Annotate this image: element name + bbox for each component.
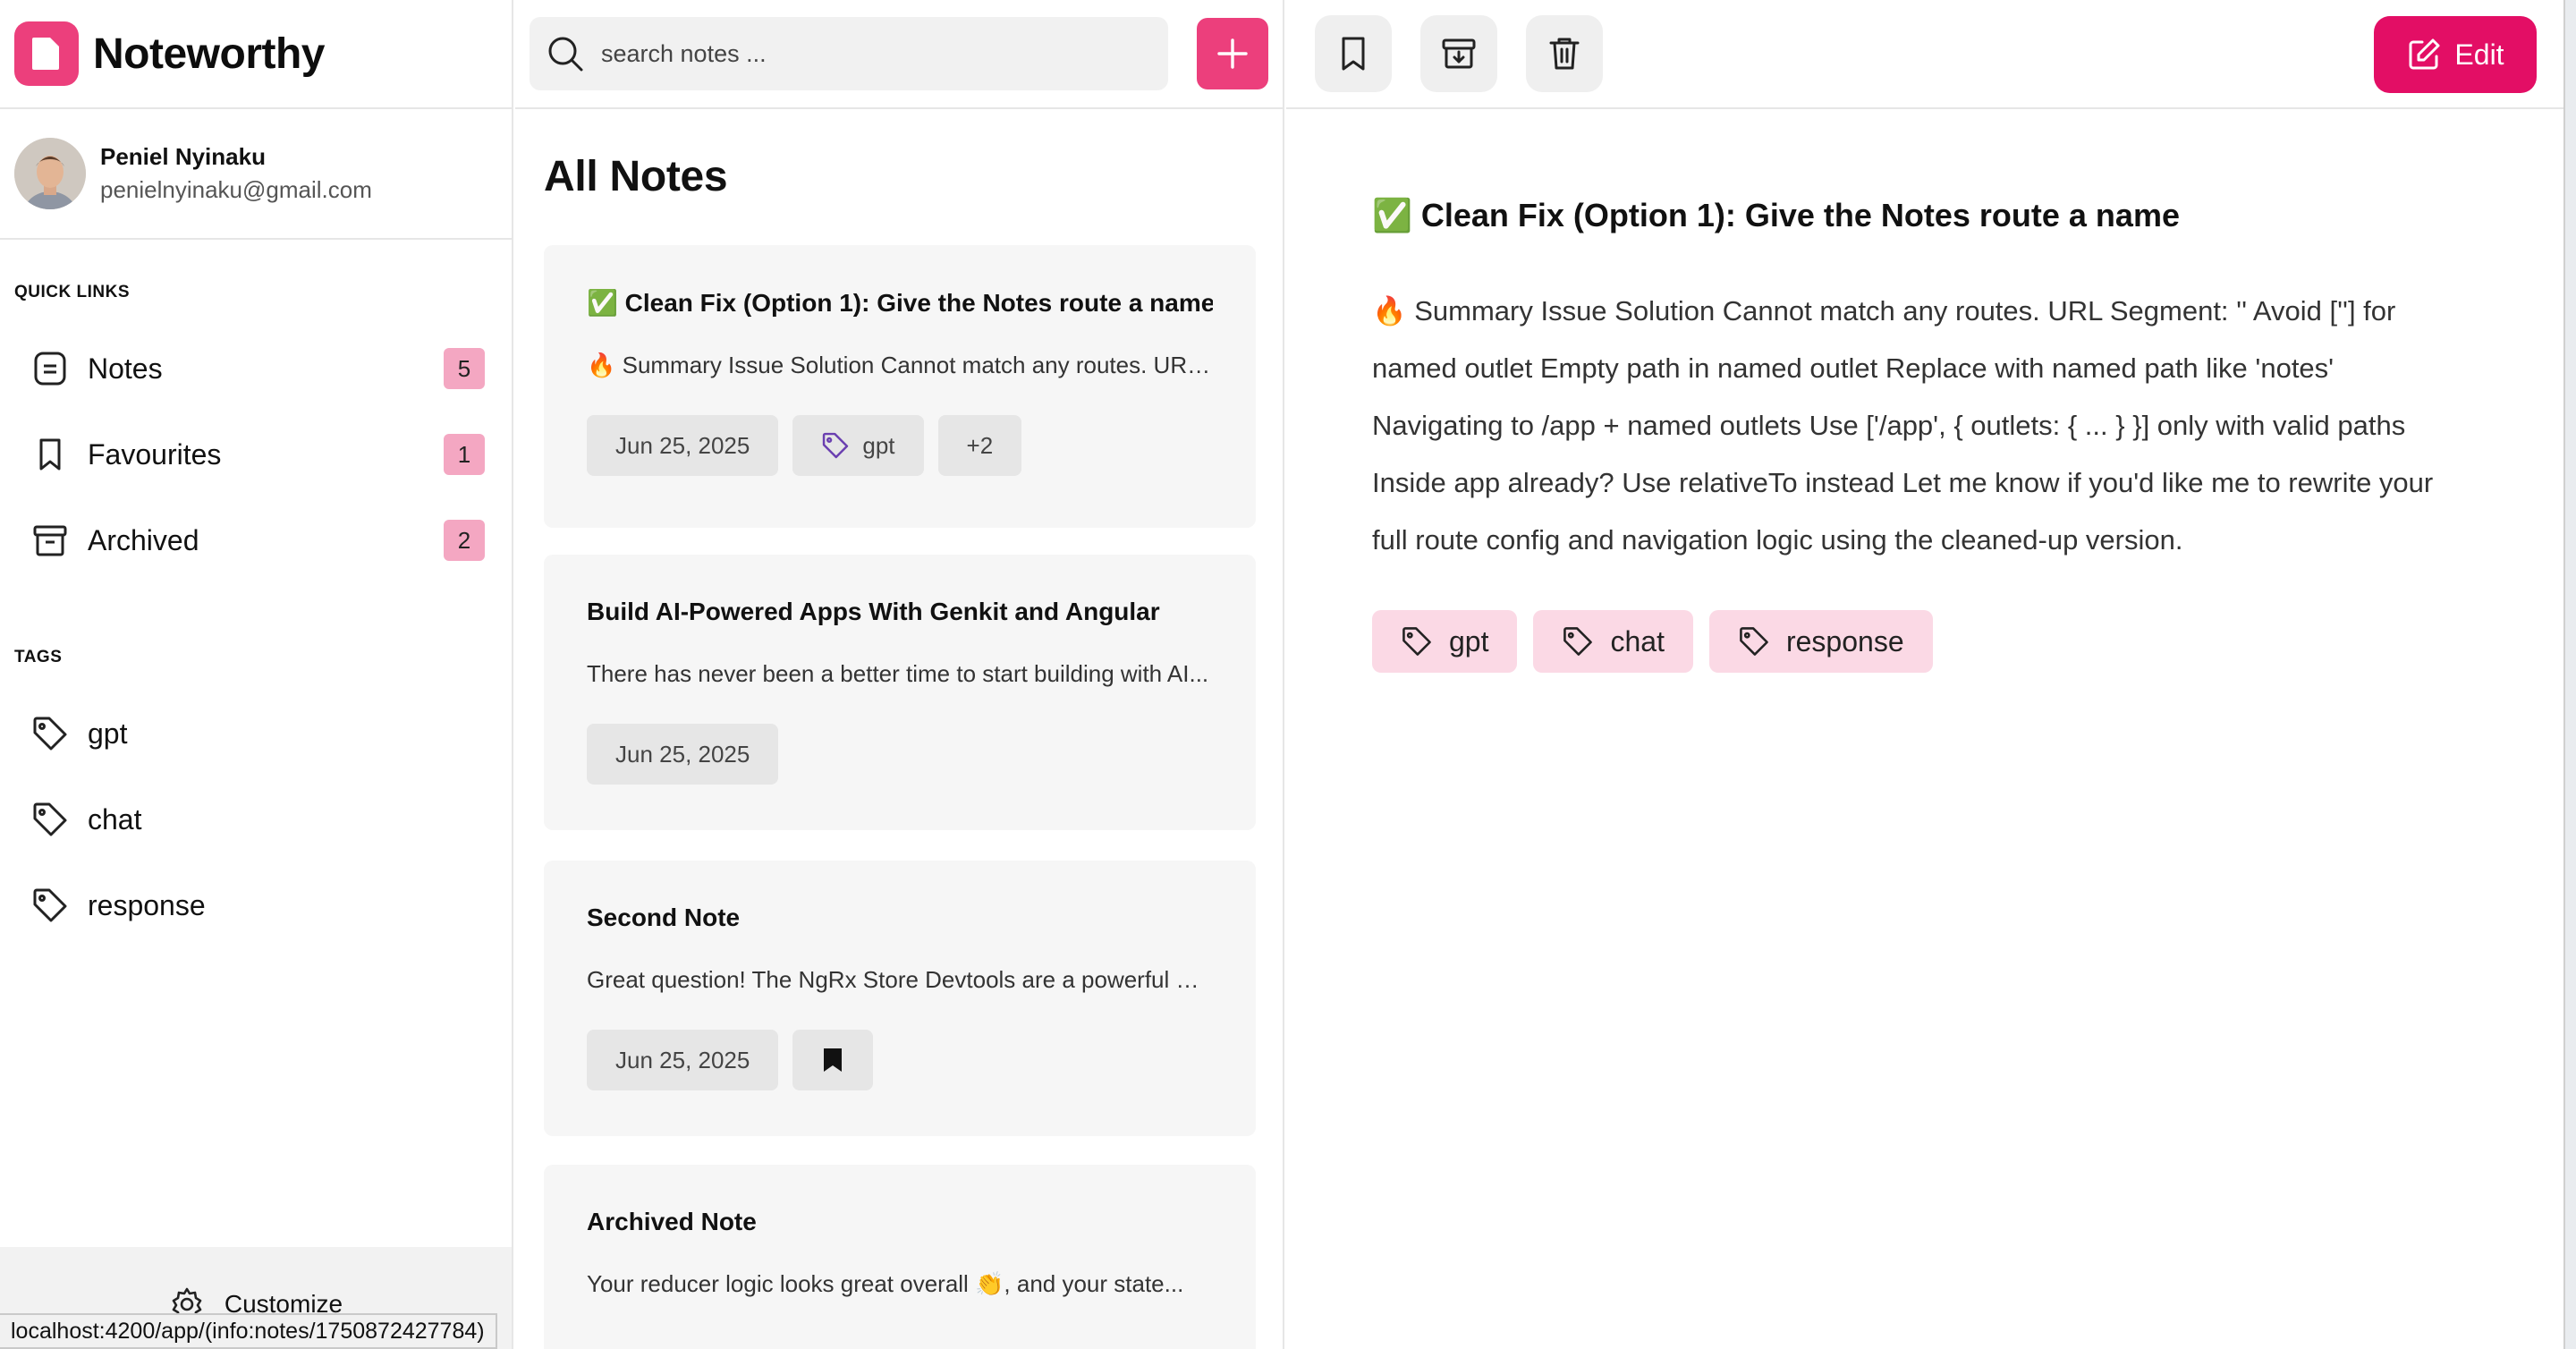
window-edge xyxy=(2563,0,2576,1349)
favourite-chip[interactable] xyxy=(792,1030,874,1090)
bookmark-icon xyxy=(1335,35,1371,72)
edit-button[interactable]: Edit xyxy=(2374,16,2537,93)
note-card-chips: Jun 25, 2025 xyxy=(587,1030,1213,1090)
edit-icon xyxy=(2406,37,2442,72)
archive-icon xyxy=(30,521,70,560)
tag-icon xyxy=(1562,625,1594,658)
plus-icon xyxy=(1215,36,1250,72)
tag-icon xyxy=(821,431,850,460)
note-card[interactable]: Second Note Great question! The NgRx Sto… xyxy=(544,861,1256,1136)
trash-icon xyxy=(1546,35,1582,72)
note-card[interactable]: Archived Note Your reducer logic looks g… xyxy=(544,1165,1256,1349)
profile-email: penielnyinaku@gmail.com xyxy=(100,176,372,203)
list-header xyxy=(515,0,1283,109)
note-detail-panel: Edit ✅ Clean Fix (Option 1): Give the No… xyxy=(1286,0,2563,1349)
note-card[interactable]: ✅ Clean Fix (Option 1): Give the Notes r… xyxy=(544,245,1256,528)
note-tag-gpt[interactable]: gpt xyxy=(1372,610,1518,673)
notes-list-panel: All Notes ✅ Clean Fix (Option 1): Give t… xyxy=(515,0,1284,1349)
sidebar-item-label: Archived xyxy=(88,523,199,556)
sidebar-tag-label: response xyxy=(88,888,206,921)
tag-icon xyxy=(1401,625,1433,658)
tags-heading: TAGS xyxy=(14,648,63,666)
sidebar-item-label: Notes xyxy=(88,352,163,385)
list-title: All Notes xyxy=(544,153,728,200)
archived-count-badge: 2 xyxy=(444,520,485,561)
note-tag-chat[interactable]: chat xyxy=(1533,610,1693,673)
sidebar-item-archived[interactable]: Archived 2 xyxy=(0,497,513,583)
search-bar[interactable] xyxy=(530,17,1168,90)
note-tag-label: chat xyxy=(1610,624,1665,658)
note-card-title: Second Note xyxy=(587,904,741,931)
bookmark-icon xyxy=(30,435,70,474)
note-card-excerpt: 🔥 Summary Issue Solution Cannot match an… xyxy=(587,352,1213,378)
brand-header: Noteworthy xyxy=(0,0,512,109)
sidebar-tag-chat[interactable]: chat xyxy=(0,776,513,862)
note-icon xyxy=(30,349,70,388)
date-chip: Jun 25, 2025 xyxy=(587,1030,779,1090)
search-icon xyxy=(546,34,585,73)
note-card-chips: Jun 25, 2025 xyxy=(587,724,1213,785)
sidebar-item-notes[interactable]: Notes 5 xyxy=(0,326,513,411)
quick-links-list: Notes 5 Favourites 1 Archived 2 xyxy=(0,326,513,583)
more-tags-chip[interactable]: +2 xyxy=(937,415,1022,476)
app-logo-icon[interactable] xyxy=(14,21,79,86)
favourite-button[interactable] xyxy=(1315,15,1392,92)
add-note-button[interactable] xyxy=(1197,18,1268,89)
note-tag-label: response xyxy=(1785,624,1904,658)
sidebar: Noteworthy Peniel Nyinaku penielnyinaku@… xyxy=(0,0,513,1349)
tags-list: gpt chat response xyxy=(0,691,513,948)
favourites-count-badge: 1 xyxy=(444,434,485,475)
archive-button[interactable] xyxy=(1420,15,1497,92)
note-card-chips: Jun 25, 2025 gpt +2 xyxy=(587,415,1213,476)
bookmark-filled-icon xyxy=(821,1048,844,1073)
note-tag-label: gpt xyxy=(1449,624,1489,658)
note-card-title: Archived Note xyxy=(587,1208,757,1235)
tag-icon xyxy=(30,800,70,839)
user-profile[interactable]: Peniel Nyinaku penielnyinaku@gmail.com xyxy=(0,109,512,240)
detail-toolbar: Edit xyxy=(1286,0,2563,109)
status-bar-url: localhost:4200/app/(info:notes/175087242… xyxy=(0,1313,497,1349)
notes-count-badge: 5 xyxy=(444,348,485,389)
search-input[interactable] xyxy=(601,39,1138,68)
note-tags: gpt chat response xyxy=(1372,610,1949,673)
date-chip: Jun 25, 2025 xyxy=(587,724,779,785)
tag-icon xyxy=(1738,625,1770,658)
app-name: Noteworthy xyxy=(93,30,326,78)
note-card-title: Build AI-Powered Apps With Genkit and An… xyxy=(587,598,1160,625)
note-card[interactable]: Build AI-Powered Apps With Genkit and An… xyxy=(544,555,1256,830)
profile-name: Peniel Nyinaku xyxy=(100,143,266,170)
date-chip: Jun 25, 2025 xyxy=(587,415,779,476)
sidebar-item-label: Favourites xyxy=(88,437,222,471)
sidebar-item-favourites[interactable]: Favourites 1 xyxy=(0,411,513,497)
delete-button[interactable] xyxy=(1526,15,1603,92)
tag-chip[interactable]: gpt xyxy=(792,415,924,476)
note-card-excerpt: There has never been a better time to st… xyxy=(587,660,1209,687)
tag-chip-label: gpt xyxy=(862,431,895,459)
note-body: 🔥 Summary Issue Solution Cannot match an… xyxy=(1372,295,2434,556)
sidebar-tag-gpt[interactable]: gpt xyxy=(0,691,513,776)
note-title: ✅ Clean Fix (Option 1): Give the Notes r… xyxy=(1372,197,2180,233)
tag-icon xyxy=(30,714,70,753)
sidebar-tag-response[interactable]: response xyxy=(0,862,513,948)
note-card-excerpt: Your reducer logic looks great overall 👏… xyxy=(587,1270,1184,1297)
note-card-title: ✅ Clean Fix (Option 1): Give the Notes r… xyxy=(587,289,1213,317)
note-tag-response[interactable]: response xyxy=(1708,610,1933,673)
avatar xyxy=(14,138,86,209)
tag-icon xyxy=(30,886,70,925)
edit-label: Edit xyxy=(2454,38,2504,71)
archive-download-icon xyxy=(1440,35,1478,72)
sidebar-tag-label: chat xyxy=(88,802,142,836)
quick-links-heading: QUICK LINKS xyxy=(14,283,130,301)
note-card-excerpt: Great question! The NgRx Store Devtools … xyxy=(587,966,1213,993)
sidebar-tag-label: gpt xyxy=(88,717,128,750)
